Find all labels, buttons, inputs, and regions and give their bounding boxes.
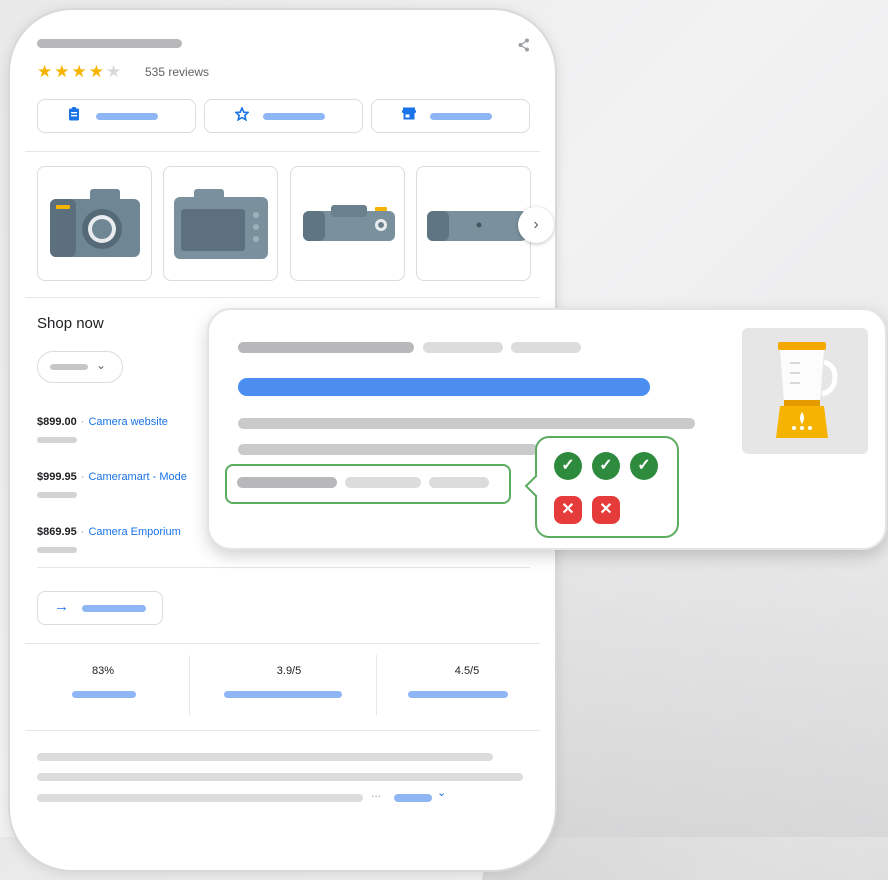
reviews-button[interactable]: [204, 99, 363, 133]
structured-data-highlight: [225, 464, 511, 504]
title-placeholder: [37, 39, 182, 48]
stat-value: 83%: [91, 665, 115, 677]
star-icon: [234, 105, 250, 124]
offer-detail-placeholder: [37, 437, 77, 443]
offer-price: $999.95: [37, 471, 77, 483]
offer-price: $869.95: [37, 526, 77, 538]
check-icon: ✓: [592, 452, 620, 480]
description-ellipsis: ...: [371, 786, 382, 800]
bubble-tail: [524, 474, 548, 498]
result-title-link[interactable]: [238, 378, 650, 396]
stat-value: 4.5/5: [454, 665, 480, 677]
stat-separator: [189, 655, 190, 715]
product-image-side[interactable]: [416, 166, 531, 281]
button-label-placeholder: [96, 113, 158, 120]
button-label-placeholder: [430, 113, 492, 120]
rich-result-placeholder: [345, 477, 421, 488]
offer-store-link[interactable]: Cameramart - Mode: [88, 471, 186, 483]
read-more-link[interactable]: [394, 794, 432, 802]
product-image-back[interactable]: [163, 166, 278, 281]
product-image-front[interactable]: [37, 166, 152, 281]
share-icon[interactable]: [518, 38, 530, 55]
offer-price: $899.00: [37, 416, 77, 428]
offer-store-link[interactable]: Camera website: [88, 416, 167, 428]
separator: ·: [80, 526, 85, 538]
check-icon: ✓: [554, 452, 582, 480]
divider: [25, 151, 540, 152]
check-icon: ✓: [630, 452, 658, 480]
overview-button[interactable]: [37, 99, 196, 133]
offer-row[interactable]: $999.95 · Cameramart - Mode: [37, 471, 187, 483]
filter-label-placeholder: [50, 364, 88, 370]
snippet-line: [238, 418, 695, 429]
blender-icon: [776, 342, 838, 438]
arrow-right-icon: →: [54, 598, 69, 615]
site-name-placeholder: [238, 342, 414, 353]
filter-dropdown[interactable]: ⌄: [37, 351, 123, 383]
product-image-top[interactable]: [290, 166, 405, 281]
error-icon: ✕: [554, 496, 582, 524]
next-image-button[interactable]: ›: [518, 207, 554, 243]
separator: ·: [80, 416, 85, 428]
filled-stars: ★★★★: [37, 62, 106, 81]
breadcrumb-placeholder: [511, 342, 581, 353]
chevron-right-icon: ›: [533, 216, 539, 233]
description-line: [37, 773, 523, 781]
more-offers-button[interactable]: →: [37, 591, 163, 625]
stores-button[interactable]: [371, 99, 530, 133]
product-thumbnail[interactable]: [742, 328, 868, 454]
error-icon: ✕: [592, 496, 620, 524]
divider: [25, 643, 540, 644]
shop-now-heading: Shop now: [37, 315, 104, 332]
offer-row[interactable]: $899.00 · Camera website: [37, 416, 168, 428]
empty-star-icon: ★: [105, 62, 124, 81]
search-snippet-card: ✓ ✓ ✓ ✕ ✕: [207, 308, 887, 550]
breadcrumb-placeholder: [423, 342, 503, 353]
offer-detail-placeholder: [37, 492, 77, 498]
stat-label-placeholder: [408, 691, 508, 698]
review-count[interactable]: 535 reviews: [145, 65, 209, 79]
rich-result-placeholder: [237, 477, 337, 488]
button-label-placeholder: [263, 113, 325, 120]
offer-row[interactable]: $869.95 · Camera Emporium: [37, 526, 181, 538]
chevron-down-icon[interactable]: ⌄: [437, 786, 446, 799]
description-line: [37, 753, 493, 761]
offer-detail-placeholder: [37, 547, 77, 553]
stat-label-placeholder: [72, 691, 136, 698]
chevron-down-icon: ⌄: [96, 358, 107, 372]
stat-label-placeholder: [224, 691, 342, 698]
snippet-line: [238, 444, 538, 455]
description-line: [37, 794, 363, 802]
divider: [25, 730, 540, 731]
divider: [25, 297, 540, 298]
star-rating: ★★★★★: [37, 62, 123, 82]
offer-store-link[interactable]: Camera Emporium: [88, 526, 180, 538]
rich-result-placeholder: [429, 477, 489, 488]
validation-bubble: ✓ ✓ ✓ ✕ ✕: [524, 436, 679, 538]
stat-value: 3.9/5: [276, 665, 302, 677]
stat-separator: [376, 655, 377, 715]
button-label-placeholder: [82, 605, 146, 612]
divider: [37, 567, 530, 568]
clipboard-icon: [68, 107, 80, 124]
separator: ·: [80, 471, 85, 483]
store-icon: [402, 107, 416, 123]
